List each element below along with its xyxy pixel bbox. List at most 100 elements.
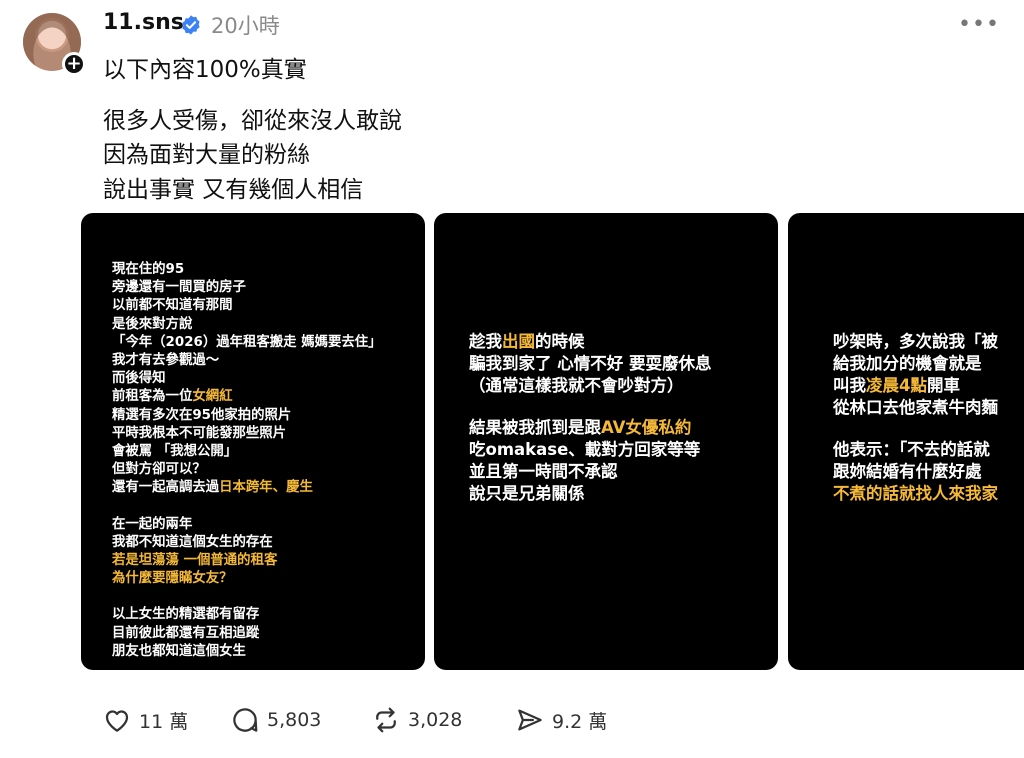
card-text: 但對方卻可以？ bbox=[112, 462, 206, 478]
card-text-line: 騙我到家了 心情不好 要耍廢休息 bbox=[469, 353, 778, 375]
card-text: 是後來對方說 bbox=[112, 316, 193, 332]
card-text-line: 朋友也都知道這個女生 bbox=[112, 643, 425, 661]
username[interactable]: 11.sns bbox=[103, 10, 184, 35]
card-text: 我才有去參觀過～ bbox=[112, 353, 220, 369]
card-text-line: 跟妳結婚有什麼好處 bbox=[833, 461, 1024, 483]
card-text-line: 吵架時，多次說我「被 bbox=[833, 331, 1024, 353]
card-text: 平時我根本不可能發那些照片 bbox=[112, 425, 287, 441]
more-icon[interactable]: ••• bbox=[958, 12, 1000, 37]
card-spacer bbox=[112, 588, 425, 606]
comment-count: 5,803 bbox=[267, 709, 322, 731]
repost-count: 3,028 bbox=[408, 709, 463, 731]
like-count: 11 萬 bbox=[139, 710, 189, 733]
card-text-line: 旁邊還有一間買的房子 bbox=[112, 279, 425, 297]
post-text-line: 說出事實 又有幾個人相信 bbox=[103, 177, 364, 203]
highlighted-text: 若是坦蕩蕩 一個普通的租客 bbox=[112, 553, 278, 569]
post-text-line: 以下內容100%真實 bbox=[103, 57, 307, 83]
highlighted-text: 為什麼要隱瞞女友？ bbox=[112, 571, 233, 587]
card-text-line: 為什麼要隱瞞女友？ bbox=[112, 570, 425, 588]
card-text: 結果被我抓到是跟 bbox=[469, 418, 601, 437]
card-text: 吵架時，多次說我「被 bbox=[833, 332, 998, 351]
card-text-line: 叫我凌晨4點開車 bbox=[833, 375, 1024, 397]
verified-icon bbox=[182, 15, 200, 35]
post-time: 20小時 bbox=[211, 14, 280, 38]
card-text-line: 不煮的話就找人來我家 bbox=[833, 483, 1024, 505]
comment-icon bbox=[233, 708, 258, 732]
share-count: 9.2 萬 bbox=[552, 710, 608, 733]
card-text: 還有一起高調去過 bbox=[112, 480, 220, 496]
card-text: 他表示：「不去的話就 bbox=[833, 440, 990, 459]
card-text: 朋友也都知道這個女生 bbox=[112, 643, 246, 659]
card-text-line: 但對方卻可以？ bbox=[112, 461, 425, 479]
card-text-line: 會被罵 「我想公開」 bbox=[112, 443, 425, 461]
card-text: 旁邊還有一間買的房子 bbox=[112, 280, 246, 296]
card-text: 會被罵 「我想公開」 bbox=[112, 444, 238, 460]
card-text-line: 還有一起高調去過日本跨年、慶生 bbox=[112, 479, 425, 497]
card-text: 從林口去他家煮牛肉麵 bbox=[833, 398, 998, 417]
card-text: 以前都不知道有那間 bbox=[112, 298, 233, 314]
repost-icon bbox=[376, 707, 396, 733]
card-text: 精選有多次在95他家拍的照片 bbox=[112, 407, 292, 423]
post-text-line: 因為面對大量的粉絲 bbox=[103, 142, 310, 168]
card-text-line: 在一起的兩年 bbox=[112, 516, 425, 534]
card-text-line: 若是坦蕩蕩 一個普通的租客 bbox=[112, 552, 425, 570]
carousel-image-3[interactable]: 吵架時，多次說我「被 給我加分的機會就是叫我凌晨4點開車 從林口去他家煮牛肉麵 他表示… bbox=[788, 213, 1024, 670]
card-text: 在一起的兩年 bbox=[112, 516, 193, 532]
card-text-line: 目前彼此都還有互相追蹤 bbox=[112, 625, 425, 643]
highlighted-text: 日本跨年、慶生 bbox=[219, 480, 313, 496]
highlighted-text: 女網紅 bbox=[192, 389, 233, 405]
image-carousel[interactable]: 現在住的95 旁邊還有一間買的房子 以前都不知道有那間 是後來對方說「今年（2026）… bbox=[81, 213, 1024, 671]
card-text-line: 精選有多次在95他家拍的照片 bbox=[112, 407, 425, 425]
card-text-line: 以上女生的精選都有留存 bbox=[112, 606, 425, 624]
highlighted-text: 出國 bbox=[502, 332, 535, 351]
card-text-line: 我才有去參觀過～ bbox=[112, 352, 425, 370]
card-text: 騙我到家了 心情不好 要耍廢休息 bbox=[469, 354, 712, 373]
highlighted-text: AV女優私約 bbox=[601, 418, 692, 437]
card-spacer bbox=[469, 397, 778, 417]
like-button[interactable]: 11 萬 bbox=[102, 705, 188, 735]
carousel-image-1[interactable]: 現在住的95 旁邊還有一間買的房子 以前都不知道有那間 是後來對方說「今年（2026）… bbox=[81, 213, 425, 670]
card-text: 趁我 bbox=[469, 332, 502, 351]
card-text: 現在住的95 bbox=[112, 262, 185, 277]
card-text-line: 說只是兄弟關係 bbox=[469, 483, 778, 505]
card-text: 給我加分的機會就是 bbox=[833, 354, 982, 373]
card-text: 叫我 bbox=[833, 376, 866, 395]
card-text: （通常這樣我就不會吵對方） bbox=[469, 376, 684, 395]
heart-icon bbox=[105, 710, 129, 732]
card-text: 跟妳結婚有什麼好處 bbox=[833, 462, 982, 481]
card-spacer bbox=[112, 498, 425, 516]
card-text-line: 從林口去他家煮牛肉麵 bbox=[833, 397, 1024, 419]
card-text-line: 並且第一時間不承認 bbox=[469, 461, 778, 483]
share-icon bbox=[518, 709, 542, 731]
post-text-line: 很多人受傷，卻從來沒人敢說 bbox=[103, 108, 402, 134]
card-text-line: 而後得知 bbox=[112, 370, 425, 388]
card-text-line: 「今年（2026）過年租客搬走 媽媽要去住」 bbox=[112, 334, 425, 352]
comment-button[interactable]: 5,803 bbox=[230, 705, 321, 735]
card-text-line: 以前都不知道有那間 bbox=[112, 297, 425, 315]
follow-plus-icon[interactable]: + bbox=[62, 52, 86, 76]
card-text: 吃omakase、載對方回家等等 bbox=[469, 440, 701, 459]
card-text-line: 趁我出國的時候 bbox=[469, 331, 778, 353]
card-text-line: 他表示：「不去的話就 bbox=[833, 439, 1024, 461]
highlighted-text: 不煮的話就找人來我家 bbox=[833, 484, 998, 503]
card-text: 目前彼此都還有互相追蹤 bbox=[112, 625, 260, 641]
card-text-line: 是後來對方說 bbox=[112, 316, 425, 334]
highlighted-text: 凌晨4點 bbox=[866, 376, 927, 395]
repost-button[interactable]: 3,028 bbox=[371, 705, 462, 735]
card-text-line: 結果被我抓到是跟AV女優私約 bbox=[469, 417, 778, 439]
card-text-line: 平時我根本不可能發那些照片 bbox=[112, 425, 425, 443]
card-text: 並且第一時間不承認 bbox=[469, 462, 618, 481]
card-spacer bbox=[833, 419, 1024, 439]
avatar[interactable]: + bbox=[23, 13, 86, 76]
card-text-line: 吃omakase、載對方回家等等 bbox=[469, 439, 778, 461]
card-text: 我都不知道這個女生的存在 bbox=[112, 534, 273, 550]
card-text: 的時候 bbox=[535, 332, 585, 351]
card-text-line: 給我加分的機會就是 bbox=[833, 353, 1024, 375]
card-text-line: 我都不知道這個女生的存在 bbox=[112, 534, 425, 552]
card-text: 說只是兄弟關係 bbox=[469, 484, 585, 503]
card-text: 以上女生的精選都有留存 bbox=[112, 607, 260, 623]
share-button[interactable]: 9.2 萬 bbox=[515, 705, 607, 735]
carousel-image-2[interactable]: 趁我出國的時候 騙我到家了 心情不好 要耍廢休息 （通常這樣我就不會吵對方） 結果被我… bbox=[434, 213, 778, 670]
card-text: 「今年（2026）過年租客搬走 媽媽要去住」 bbox=[112, 334, 382, 350]
action-bar: 11 萬 5,803 3,028 9.2 萬 bbox=[0, 705, 1024, 735]
